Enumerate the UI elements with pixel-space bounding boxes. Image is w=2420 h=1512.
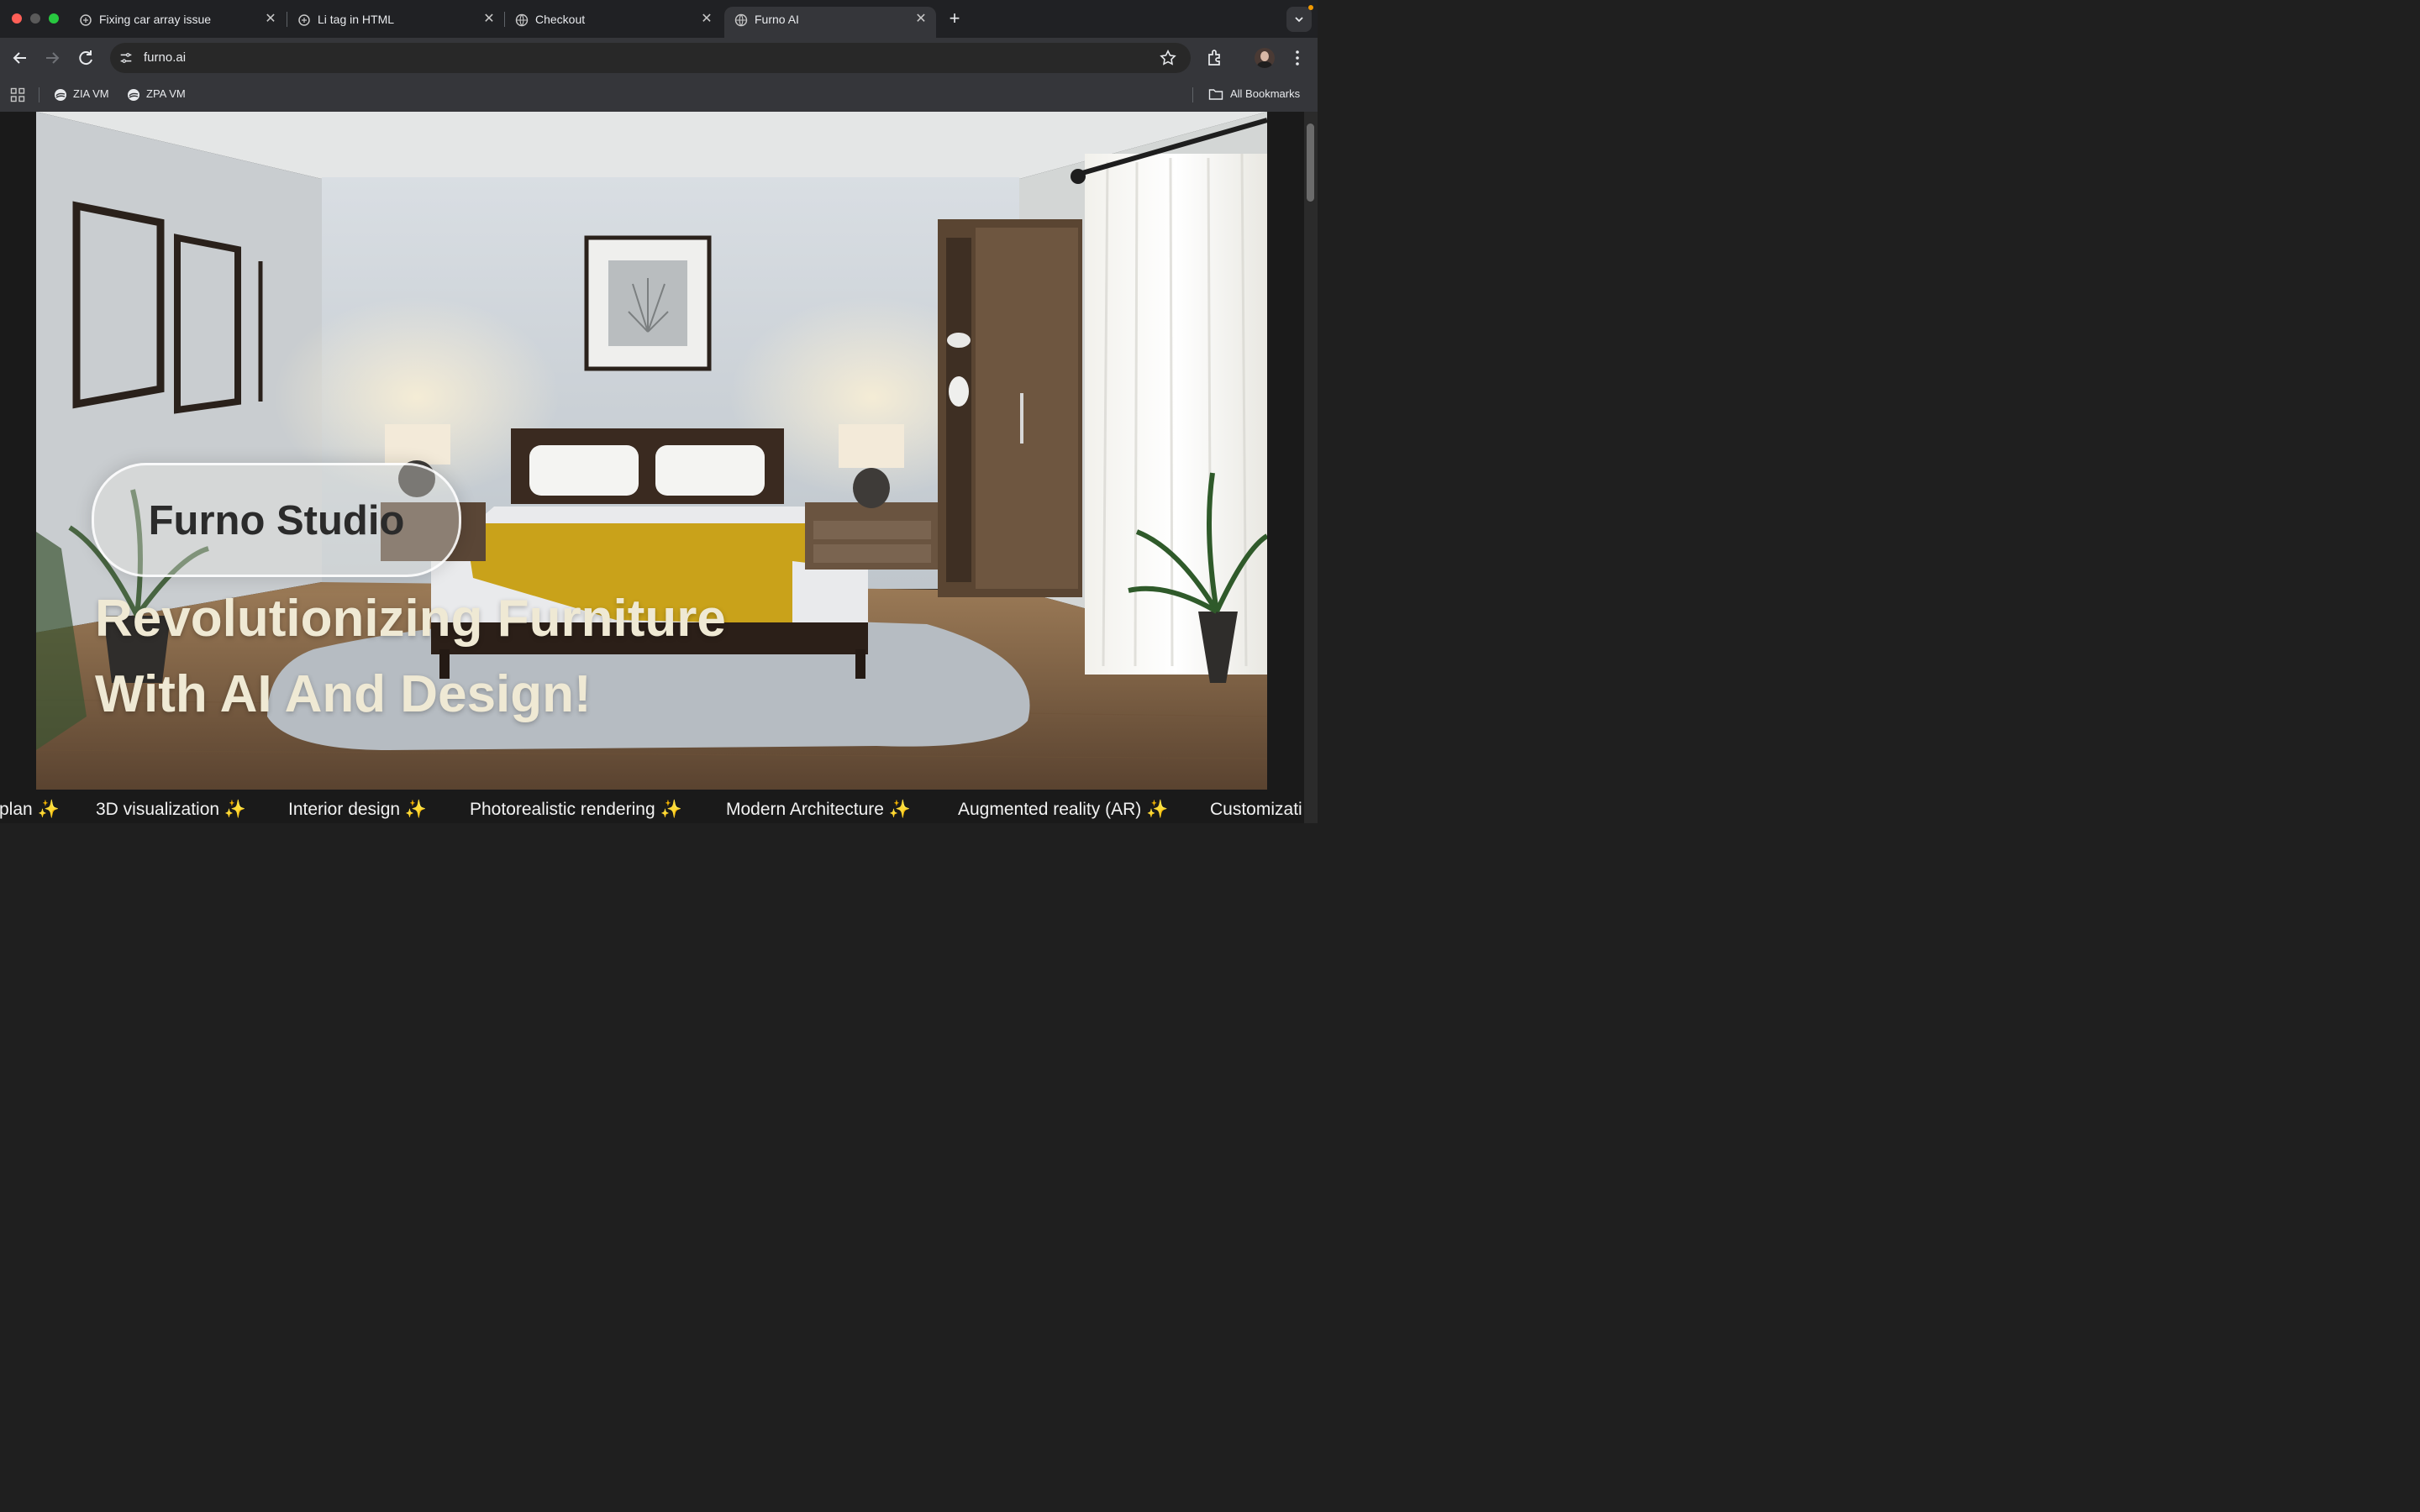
bookmark-label: ZIA VM — [73, 87, 109, 100]
hero-headline-line-1: Revolutionizing Furniture — [95, 590, 726, 648]
ticker-item: Customizati — [1210, 800, 1302, 819]
more-menu-icon[interactable] — [1287, 48, 1307, 68]
badge-text: Furno Studio — [148, 498, 405, 543]
url-text: furno.ai — [144, 50, 187, 65]
features-ticker: plan ✨ 3D visualization ✨ Interior desig… — [0, 790, 1318, 823]
page-scrollbar[interactable] — [1304, 112, 1318, 823]
all-bookmarks-label: All Bookmarks — [1230, 87, 1301, 100]
maximize-window-button[interactable] — [49, 13, 59, 24]
tab-title: Checkout — [535, 13, 586, 26]
avatar-face — [1260, 51, 1269, 61]
furno-studio-badge: Furno Studio — [92, 463, 461, 577]
back-icon[interactable] — [10, 48, 30, 68]
apps-grid-icon[interactable] — [10, 87, 25, 102]
tab-furno-ai[interactable]: Furno AI ✕ — [724, 7, 936, 38]
zscaler-icon — [128, 89, 139, 101]
notification-dot — [1308, 5, 1313, 10]
tab-title: Furno AI — [755, 13, 799, 26]
minimize-window-button[interactable] — [30, 13, 40, 24]
tab-title: Fixing car array issue — [99, 13, 212, 26]
close-tab-icon[interactable]: ✕ — [698, 11, 715, 28]
close-tab-icon[interactable]: ✕ — [913, 11, 929, 28]
bookmarks-bar: ZIA VM ZPA VM All Bookmarks — [0, 78, 1318, 112]
globe-icon — [734, 13, 748, 27]
avatar-shoulders — [1257, 61, 1272, 68]
tab-li-tag-in-html[interactable]: Li tag in HTML ✕ — [287, 7, 504, 38]
ticker-item: Photorealistic rendering ✨ — [470, 800, 682, 819]
globe-icon — [515, 13, 529, 27]
tab-title: Li tag in HTML — [318, 13, 395, 26]
tab-fixing-car-array-issue[interactable]: Fixing car array issue ✕ — [69, 7, 286, 38]
ticker-item: plan ✨ — [0, 800, 60, 819]
browser-toolbar: furno.ai — [0, 38, 1318, 78]
hero-banner: Furno Studio Revolutionizing Furniture W… — [36, 112, 1267, 790]
bookmarks-divider — [1192, 87, 1193, 102]
extensions-icon[interactable] — [1205, 48, 1225, 68]
openai-icon — [298, 14, 310, 26]
address-bar[interactable]: furno.ai — [110, 43, 1191, 73]
ticker-item: Modern Architecture ✨ — [726, 800, 911, 819]
forward-icon[interactable] — [42, 48, 62, 68]
reload-icon[interactable] — [76, 48, 96, 68]
chevron-down-icon — [1295, 17, 1303, 23]
tab-checkout[interactable]: Checkout ✕ — [505, 7, 722, 38]
ticker-item: 3D visualization ✨ — [96, 800, 247, 819]
zscaler-icon — [55, 89, 66, 101]
bookmark-star-icon[interactable] — [1159, 49, 1177, 67]
close-window-button[interactable] — [12, 13, 22, 24]
scrollbar-thumb[interactable] — [1307, 123, 1314, 202]
openai-icon — [80, 14, 92, 26]
close-tab-icon[interactable]: ✕ — [481, 11, 497, 28]
hero-headline-line-2: With AI And Design! — [95, 665, 592, 723]
tab-search-button[interactable] — [1286, 5, 1313, 32]
new-tab-button[interactable]: + — [944, 8, 965, 29]
site-settings-icon[interactable] — [118, 50, 134, 66]
ticker-item: Augmented reality (AR) ✨ — [958, 800, 1169, 819]
tab-strip: Fixing car array issue ✕ Li tag in HTML … — [0, 0, 1318, 38]
ticker-item: Interior design ✨ — [288, 800, 428, 819]
close-tab-icon[interactable]: ✕ — [262, 11, 279, 28]
folder-icon — [1208, 89, 1223, 100]
bookmark-label: ZPA VM — [146, 87, 186, 100]
profile-avatar[interactable] — [1255, 48, 1275, 68]
page-viewport: Furno Studio Revolutionizing Furniture W… — [0, 112, 1318, 823]
